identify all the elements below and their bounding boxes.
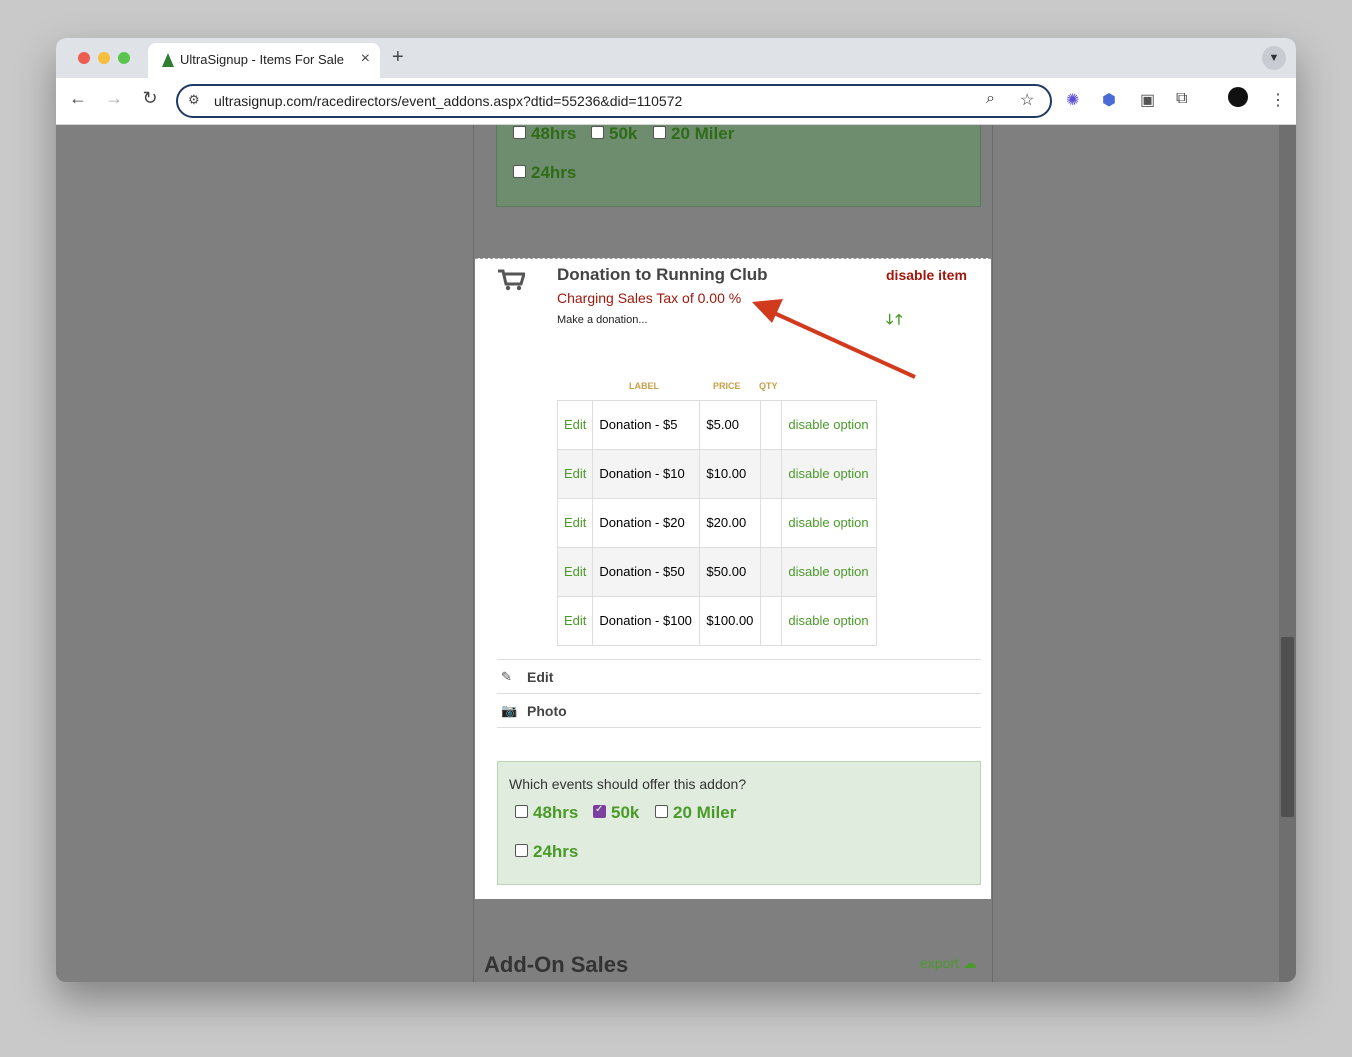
- table-row: Edit Donation - $50 $50.00 disable optio…: [556, 547, 878, 597]
- edit-option-link[interactable]: Edit: [564, 613, 586, 628]
- divider: [497, 727, 981, 728]
- content-column: 48hrs 50k 20 Miler 24hrs Donation to Run…: [473, 125, 993, 982]
- addon-sales-heading: Add-On Sales: [484, 952, 629, 977]
- option-label: Donation - $100: [599, 613, 692, 628]
- disable-option-link[interactable]: disable option: [788, 515, 868, 530]
- event-label: 20 Miler: [671, 125, 735, 143]
- edit-item-link[interactable]: Edit: [527, 669, 553, 685]
- profile-avatar[interactable]: [1228, 87, 1248, 107]
- event-checkbox-50k[interactable]: [593, 804, 606, 818]
- disable-option-link[interactable]: disable option: [788, 613, 868, 628]
- browser-window: UltraSignup - Items For Sale × + ▼ ← → ↻…: [56, 38, 1296, 982]
- table-row: Edit Donation - $10 $10.00 disable optio…: [556, 449, 878, 499]
- disable-option-link[interactable]: disable option: [788, 466, 868, 481]
- event-label: 50k: [611, 803, 640, 822]
- extensions-icon[interactable]: ⧉: [1176, 90, 1187, 108]
- event-label: 50k: [609, 125, 638, 143]
- option-price: $100.00: [706, 613, 754, 628]
- disable-item-link[interactable]: disable item: [886, 267, 967, 283]
- zoom-icon[interactable]: ⌕: [986, 90, 995, 108]
- cloud-download-icon: ☁: [962, 955, 977, 971]
- item-description: Make a donation...: [557, 314, 648, 326]
- event-checkbox-20miler-prev[interactable]: [653, 126, 666, 139]
- option-price: $50.00: [706, 564, 747, 579]
- table-row: Edit Donation - $20 $20.00 disable optio…: [556, 498, 878, 548]
- addon-events-question: Which events should offer this addon?: [509, 776, 747, 792]
- menu-kebab-icon[interactable]: ⋮: [1270, 90, 1286, 110]
- event-checkbox-48hrs-prev[interactable]: [513, 126, 526, 139]
- url-text[interactable]: ultrasignup.com/racedirectors/event_addo…: [214, 93, 682, 109]
- page-viewport: 48hrs 50k 20 Miler 24hrs Donation to Run…: [56, 125, 1296, 982]
- site-settings-icon[interactable]: ⚙: [188, 92, 200, 108]
- divider: [497, 693, 981, 694]
- close-window-button[interactable]: [78, 52, 90, 64]
- minimize-window-button[interactable]: [98, 52, 110, 64]
- event-checkbox-48hrs[interactable]: [515, 805, 528, 818]
- scrollbar-thumb[interactable]: [1281, 637, 1294, 817]
- camera-icon: 📷: [501, 703, 518, 718]
- addon-events-box: Which events should offer this addon? 48…: [497, 761, 981, 885]
- addon-item-card: Donation to Running Club Charging Sales …: [475, 258, 991, 899]
- event-label: 20 Miler: [673, 803, 737, 822]
- browser-toolbar: ← → ↻ ⚙ ultrasignup.com/racedirectors/ev…: [56, 78, 1296, 125]
- reload-icon[interactable]: ↻: [138, 88, 162, 109]
- sales-tax-text: Charging Sales Tax of 0.00 %: [557, 290, 742, 306]
- event-checkbox-50k-prev[interactable]: [591, 126, 604, 139]
- table-row: Edit Donation - $100 $100.00 disable opt…: [556, 596, 878, 646]
- forward-arrow-icon[interactable]: →: [102, 88, 126, 109]
- extension-puzzle-color-icon[interactable]: ✺: [1066, 90, 1079, 110]
- item-title: Donation to Running Club: [557, 265, 768, 284]
- column-header-price: PRICE: [713, 381, 741, 391]
- options-table: Edit Donation - $5 $5.00 disable option …: [556, 400, 878, 646]
- option-label: Donation - $10: [599, 466, 685, 481]
- new-tab-button[interactable]: +: [392, 46, 404, 69]
- edit-pencil-icon: ✎: [501, 669, 512, 684]
- tab-strip: UltraSignup - Items For Sale × + ▼: [56, 38, 1296, 78]
- extension-shield-icon[interactable]: ⬢: [1102, 90, 1116, 110]
- photo-link[interactable]: Photo: [527, 703, 567, 719]
- move-up-arrow-icon[interactable]: 🡑: [895, 311, 904, 327]
- event-label: 48hrs: [531, 125, 577, 143]
- back-arrow-icon[interactable]: ←: [66, 88, 90, 109]
- column-header-qty: QTY: [759, 381, 778, 391]
- export-link[interactable]: export ☁: [920, 955, 977, 972]
- bookmark-star-icon[interactable]: ☆: [1020, 90, 1034, 110]
- edit-option-link[interactable]: Edit: [564, 466, 586, 481]
- tree-favicon-icon: [162, 53, 174, 67]
- disable-option-link[interactable]: disable option: [788, 417, 868, 432]
- disable-option-link[interactable]: disable option: [788, 564, 868, 579]
- move-down-arrow-icon[interactable]: 🡓: [886, 311, 895, 327]
- event-checkbox-24hrs-prev[interactable]: [513, 165, 526, 178]
- edit-option-link[interactable]: Edit: [564, 417, 586, 432]
- option-label: Donation - $5: [599, 417, 678, 432]
- tab-search-chevron-icon[interactable]: ▼: [1262, 46, 1286, 70]
- reorder-controls: 🡓🡑: [886, 309, 905, 333]
- option-label: Donation - $20: [599, 515, 685, 530]
- shopping-cart-icon: [498, 269, 525, 291]
- option-price: $20.00: [706, 515, 747, 530]
- maximize-window-button[interactable]: [118, 52, 130, 64]
- tab-ultrasignup[interactable]: UltraSignup - Items For Sale ×: [148, 43, 380, 78]
- tab-group-icon[interactable]: ▣: [1140, 90, 1155, 110]
- page-scrollbar[interactable]: [1279, 125, 1296, 982]
- edit-option-link[interactable]: Edit: [564, 515, 586, 530]
- edit-option-link[interactable]: Edit: [564, 564, 586, 579]
- option-label: Donation - $50: [599, 564, 685, 579]
- previous-addon-events-box: 48hrs 50k 20 Miler 24hrs: [496, 125, 981, 207]
- option-price: $10.00: [706, 466, 747, 481]
- column-header-label: LABEL: [629, 381, 659, 391]
- event-label: 24hrs: [531, 163, 577, 182]
- event-checkbox-24hrs[interactable]: [515, 844, 528, 857]
- table-row: Edit Donation - $5 $5.00 disable option: [556, 400, 878, 450]
- address-bar[interactable]: ⚙ ultrasignup.com/racedirectors/event_ad…: [176, 84, 1052, 118]
- event-label: 48hrs: [533, 803, 579, 822]
- tab-title: UltraSignup - Items For Sale: [180, 52, 345, 67]
- option-price: $5.00: [706, 417, 739, 432]
- event-label: 24hrs: [533, 842, 579, 861]
- export-label[interactable]: export: [920, 955, 959, 971]
- divider: [497, 659, 981, 660]
- tab-close-icon[interactable]: ×: [361, 50, 370, 68]
- event-checkbox-20miler[interactable]: [655, 805, 668, 818]
